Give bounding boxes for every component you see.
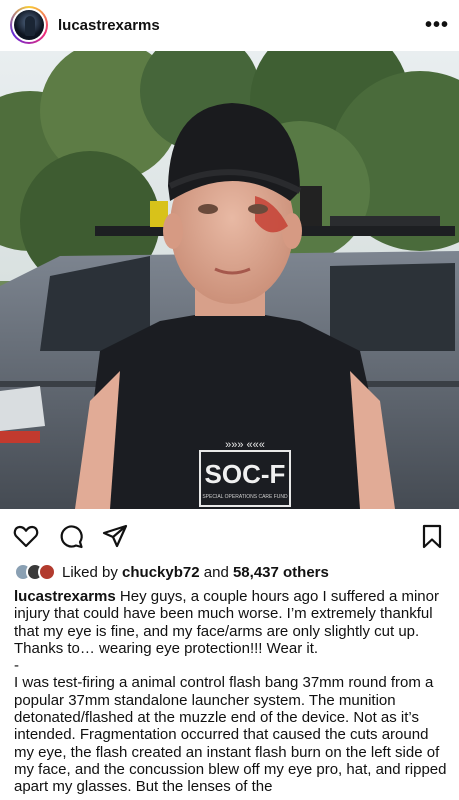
shirt-text: SOC-F [205, 459, 286, 489]
post-username[interactable]: lucastrexarms [58, 17, 160, 34]
shirt-chevrons: »»» ««« [225, 439, 265, 451]
heart-icon[interactable] [12, 522, 40, 550]
likes-row: Liked by chuckyb72 and 58,437 others [14, 561, 329, 583]
more-dots-icon[interactable]: ••• [425, 15, 449, 35]
likes-prefix: Liked by [62, 563, 118, 581]
likes-text[interactable]: Liked by chuckyb72 and 58,437 others [62, 564, 329, 581]
post-caption: lucastrexarms Hey guys, a couple hours a… [14, 588, 450, 796]
avatar-image [14, 10, 44, 40]
likes-count[interactable]: 58,437 others [233, 564, 329, 581]
post-header: lucastrexarms ••• [0, 0, 459, 50]
post-photo[interactable]: »»» ««« SOC-F SPECIAL OPERATIONS CARE FU… [0, 51, 459, 509]
post-actions [0, 518, 459, 554]
comment-icon[interactable] [57, 522, 85, 550]
likes-user[interactable]: chuckyb72 [122, 564, 200, 581]
post-photo-illustration: »»» ««« SOC-F SPECIAL OPERATIONS CARE FU… [0, 51, 459, 509]
share-icon[interactable] [101, 522, 129, 550]
liker-avatar[interactable] [38, 563, 56, 581]
likes-middle: and [203, 563, 229, 581]
bookmark-icon[interactable] [418, 522, 446, 550]
shirt-small-text: SPECIAL OPERATIONS CARE FUND [202, 494, 288, 500]
avatar[interactable] [10, 6, 48, 44]
caption-text-2: I was test-firing a animal control flash… [14, 674, 451, 796]
caption-dash: - [14, 657, 19, 675]
caption-username[interactable]: lucastrexarms [14, 588, 116, 605]
